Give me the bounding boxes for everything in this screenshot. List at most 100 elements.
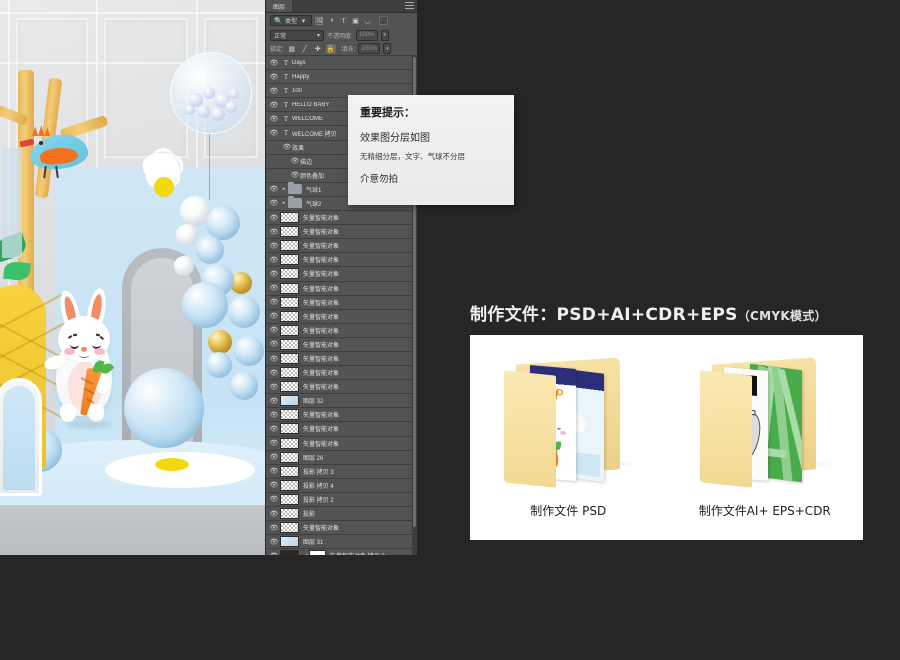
lock-position-icon[interactable]: ✚ <box>313 44 323 54</box>
visibility-icon[interactable]: 👁 <box>290 157 300 165</box>
lock-row[interactable]: 锁定: ▦ ╱ ✚ 🔒 填充: 100% ▾ <box>266 42 417 56</box>
layer-thumbnail[interactable] <box>280 423 299 435</box>
type-filter-icon[interactable]: T <box>339 16 348 25</box>
visibility-icon[interactable]: 👁 <box>268 284 280 292</box>
visibility-icon[interactable]: 👁 <box>268 453 280 461</box>
layer-row[interactable]: 👁 矢量智能对象 <box>266 295 417 310</box>
opacity-value[interactable]: 100% <box>355 29 378 41</box>
layer-thumbnail[interactable] <box>280 522 299 534</box>
lock-transparent-icon[interactable]: ▦ <box>287 44 297 54</box>
layer-row[interactable]: 👁 图层 26 <box>266 450 417 465</box>
layer-thumbnail[interactable] <box>280 508 299 520</box>
visibility-icon[interactable]: 👁 <box>290 171 300 179</box>
layer-row[interactable]: 👁 矢量智能对象 <box>266 225 417 240</box>
visibility-icon[interactable]: 👁 <box>268 326 280 334</box>
layer-row[interactable]: 👁 T Days <box>266 56 417 71</box>
layer-thumbnail[interactable] <box>280 367 299 379</box>
visibility-icon[interactable]: 👁 <box>268 298 280 306</box>
chevron-right-icon[interactable]: ▸ <box>280 200 288 206</box>
visibility-icon[interactable]: 👁 <box>268 129 280 137</box>
layer-row[interactable]: 👁 矢量智能对象 <box>266 253 417 268</box>
fill-stepper[interactable]: ▾ <box>383 43 392 54</box>
visibility-icon[interactable]: 👁 <box>268 270 280 278</box>
visibility-icon[interactable]: 👁 <box>268 59 280 67</box>
visibility-icon[interactable]: 👁 <box>268 439 280 447</box>
visibility-icon[interactable]: 👁 <box>268 481 280 489</box>
smartobject-filter-icon[interactable]: ◡ <box>363 16 372 25</box>
pixel-filter-icon[interactable]: 🖼 <box>315 16 324 25</box>
lock-brush-icon[interactable]: ╱ <box>300 44 310 54</box>
visibility-icon[interactable]: 👁 <box>268 425 280 433</box>
visibility-icon[interactable]: 👁 <box>268 369 280 377</box>
layer-mask-thumbnail[interactable] <box>309 550 326 555</box>
layer-thumbnail[interactable] <box>280 536 299 548</box>
layer-row[interactable]: 👁 投影 拷贝 3 <box>266 464 417 479</box>
visibility-icon[interactable]: 👁 <box>268 256 280 264</box>
blend-mode-select[interactable]: 正常 ▾ <box>270 29 324 41</box>
layer-row[interactable]: 👁 投影 拷贝 4 <box>266 478 417 493</box>
layer-thumbnail[interactable] <box>280 493 299 505</box>
layer-row[interactable]: 👁 图层 32 <box>266 394 417 409</box>
layer-thumbnail[interactable] <box>280 550 299 555</box>
layer-row[interactable]: 👁 矢量智能对象 <box>266 309 417 324</box>
tab-layers[interactable]: 图层 <box>266 0 294 12</box>
layer-row[interactable]: 👁 矢量智能对象 <box>266 422 417 437</box>
layer-thumbnail[interactable] <box>280 268 299 280</box>
visibility-icon[interactable]: 👁 <box>268 87 280 95</box>
layer-row[interactable]: 👁 矢量智能对象 <box>266 521 417 536</box>
layer-row[interactable]: 👁 矢量智能对象 <box>266 380 417 395</box>
layer-row[interactable]: 👁 矢量智能对象 <box>266 267 417 282</box>
layer-thumbnail[interactable] <box>280 226 299 238</box>
visibility-icon[interactable]: 👁 <box>268 185 280 193</box>
layer-row[interactable]: 👁 矢量智能对象 <box>266 436 417 451</box>
visibility-icon[interactable]: 👁 <box>268 524 280 532</box>
visibility-icon[interactable]: 👁 <box>268 73 280 81</box>
visibility-icon[interactable]: 👁 <box>268 538 280 546</box>
layer-row[interactable]: 👁 T Happy <box>266 70 417 85</box>
filter-toggle-icon[interactable] <box>379 16 389 25</box>
layer-row[interactable]: 👁 矢量智能对象 <box>266 281 417 296</box>
layer-row[interactable]: 👁 矢量智能对象 <box>266 408 417 423</box>
blend-mode-row[interactable]: 正常 ▾ 不透明度: 100% ▾ <box>266 28 417 42</box>
visibility-icon[interactable]: 👁 <box>268 411 280 419</box>
layer-row[interactable]: 👁 图层 31 <box>266 535 417 550</box>
layer-thumbnail[interactable] <box>280 254 299 266</box>
layer-thumbnail[interactable] <box>280 212 299 224</box>
fill-value[interactable]: 100% <box>358 43 381 54</box>
layer-thumbnail[interactable] <box>280 437 299 449</box>
layer-row[interactable]: 👁 矢量智能对象 <box>266 323 417 338</box>
layer-row[interactable]: 👁 矢量智能对象 <box>266 366 417 381</box>
layer-filter-row[interactable]: 🔍 类型 ▾ 🖼 ◑ T ▣ ◡ <box>266 13 417 28</box>
visibility-icon[interactable]: 👁 <box>268 355 280 363</box>
photoshop-layers-panel[interactable]: 图层 🔍 类型 ▾ 🖼 ◑ T ▣ ◡ 正常 ▾ 不透明度: 100% ▾ 锁定… <box>265 0 417 555</box>
visibility-icon[interactable]: 👁 <box>268 510 280 518</box>
visibility-icon[interactable]: 👁 <box>268 312 280 320</box>
layer-row[interactable]: 👁 矢量智能对象 <box>266 351 417 367</box>
shape-filter-icon[interactable]: ▣ <box>351 16 360 25</box>
panel-menu-icon[interactable] <box>405 2 414 9</box>
visibility-icon[interactable]: 👁 <box>268 467 280 475</box>
visibility-icon[interactable]: 👁 <box>268 199 280 207</box>
layer-thumbnail[interactable] <box>280 282 299 294</box>
visibility-icon[interactable]: 👁 <box>268 340 280 348</box>
layer-thumbnail[interactable] <box>280 296 299 308</box>
visibility-icon[interactable]: 👁 <box>282 143 292 151</box>
visibility-icon[interactable]: 👁 <box>268 101 280 109</box>
layer-row[interactable]: 👁 矢量智能对象 <box>266 239 417 254</box>
visibility-icon[interactable]: 👁 <box>268 495 280 503</box>
visibility-icon[interactable]: 👁 <box>268 214 280 222</box>
chevron-right-icon[interactable]: ▸ <box>280 186 288 192</box>
visibility-icon[interactable]: 👁 <box>268 552 280 555</box>
visibility-icon[interactable]: 👁 <box>268 397 280 405</box>
layer-row[interactable]: 👁 投影 拷贝 2 <box>266 492 417 507</box>
visibility-icon[interactable]: 👁 <box>268 228 280 236</box>
layer-thumbnail[interactable] <box>280 240 299 252</box>
filter-type-select[interactable]: 🔍 类型 ▾ <box>270 15 313 26</box>
lock-all-icon[interactable]: 🔒 <box>325 43 336 54</box>
visibility-icon[interactable]: 👁 <box>268 242 280 250</box>
adjustment-filter-icon[interactable]: ◑ <box>327 16 336 25</box>
layer-thumbnail[interactable] <box>280 451 299 463</box>
layer-row[interactable]: 👁 矢量智能对象 <box>266 211 417 226</box>
layer-thumbnail[interactable] <box>280 479 299 491</box>
layer-thumbnail[interactable] <box>280 338 299 350</box>
